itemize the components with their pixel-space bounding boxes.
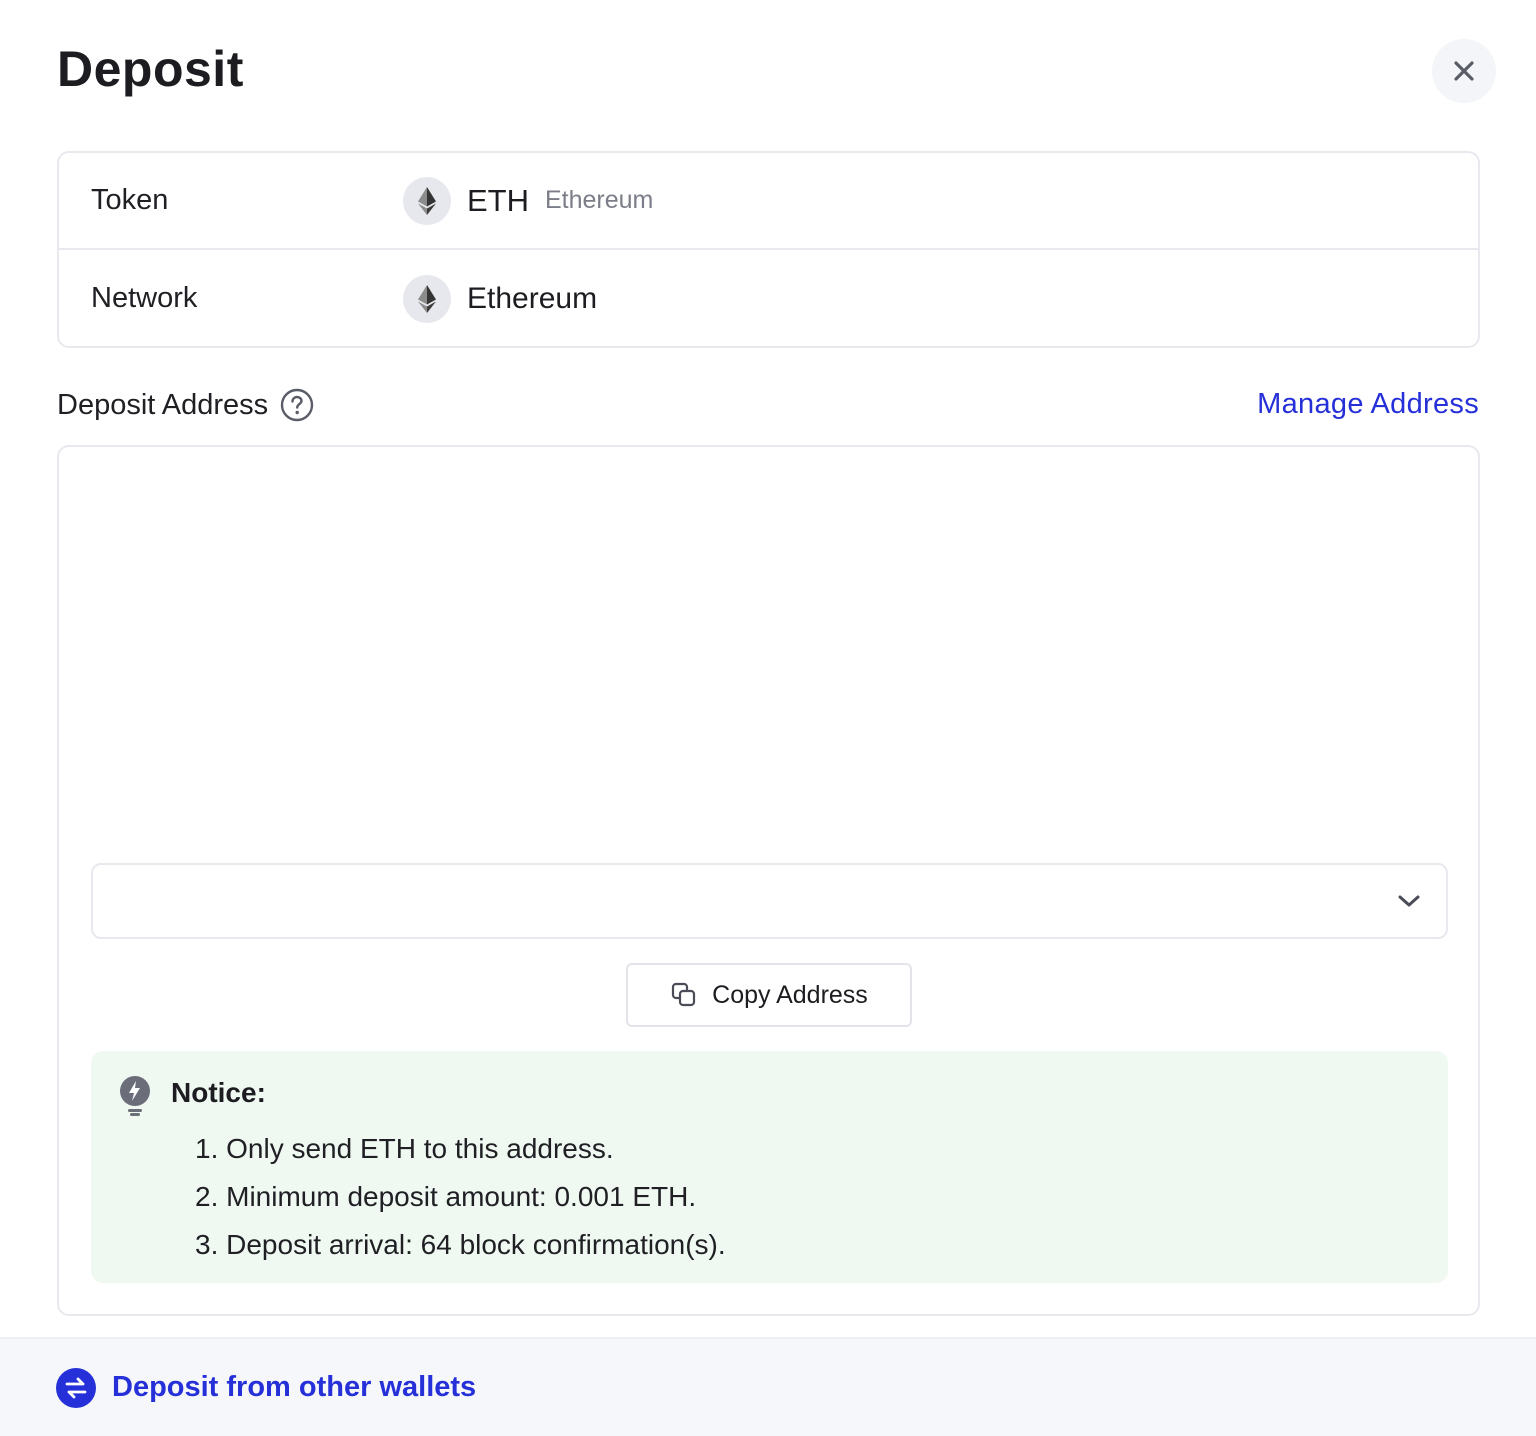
notice-item: 2. Minimum deposit amount: 0.001 ETH. xyxy=(195,1181,697,1212)
deposit-info-card: Token ETH Ethereum Network Ethereum xyxy=(57,151,1480,348)
notice-item: 3. Deposit arrival: 64 block confirmatio… xyxy=(195,1229,726,1260)
address-dropdown[interactable] xyxy=(91,863,1448,939)
close-icon xyxy=(1454,61,1474,81)
token-selector[interactable]: ETH Ethereum xyxy=(403,176,654,225)
qr-code-area xyxy=(59,447,1478,847)
ethereum-icon xyxy=(403,176,451,225)
page-title: Deposit xyxy=(57,41,244,97)
network-name: Ethereum xyxy=(467,281,598,315)
deposit-from-other-wallets-link[interactable]: Deposit from other wallets xyxy=(0,1337,1536,1436)
deposit-from-other-wallets-label: Deposit from other wallets xyxy=(112,1371,477,1403)
network-row: Network Ethereum xyxy=(59,250,1478,347)
notice-item: 1. Only send ETH to this address. xyxy=(195,1133,614,1164)
close-button[interactable] xyxy=(1432,39,1496,103)
chevron-down-icon xyxy=(1396,888,1422,914)
deposit-address-label: Deposit Address xyxy=(57,388,269,421)
token-symbol: ETH xyxy=(467,182,529,218)
notice-title: Notice: xyxy=(171,1077,266,1108)
notice-box: Notice: 1. Only send ETH to this address… xyxy=(91,1051,1448,1283)
deposit-address-heading: Deposit Address xyxy=(57,388,314,422)
notice-list: 1. Only send ETH to this address. 2. Min… xyxy=(195,1125,726,1269)
copy-address-label: Copy Address xyxy=(712,980,868,1009)
deposit-address-card: Copy Address Notice: 1. Only send ETH to… xyxy=(57,445,1480,1316)
token-name: Ethereum xyxy=(545,186,654,214)
copy-address-button[interactable]: Copy Address xyxy=(626,963,912,1027)
token-row: Token ETH Ethereum xyxy=(59,153,1478,250)
swap-arrows-icon xyxy=(56,1367,96,1408)
copy-icon xyxy=(670,981,698,1009)
lightbulb-icon xyxy=(120,1076,150,1116)
question-circle-icon[interactable] xyxy=(280,388,314,422)
ethereum-icon xyxy=(403,274,451,323)
manage-address-link[interactable]: Manage Address xyxy=(1257,388,1479,421)
network-label: Network xyxy=(91,282,198,314)
network-selector[interactable]: Ethereum xyxy=(403,274,598,323)
token-label: Token xyxy=(91,184,169,216)
